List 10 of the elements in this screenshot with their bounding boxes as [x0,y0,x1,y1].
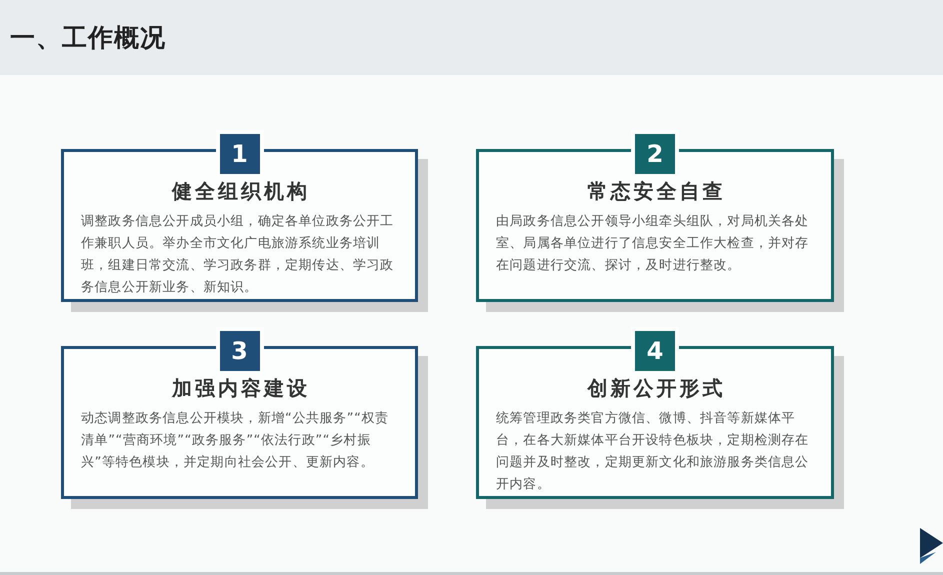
card-text: 动态调整政务信息公开模块，新增“公共服务”“权责清单”“营商环境”“政务服务”“依法行政”“乡村振兴”等特色模块，并定期向社会公开、更新内容。 [81,410,390,472]
card-text: 由局政务信息公开领导小组牵头组队，对局机关各处室、局属各单位进行了信息安全工作大检查，并对存在问题进行交流、探讨，及时进行整改。 [496,213,810,275]
next-slide-icon[interactable] [920,528,943,564]
card-title: 常态安全自查 [588,178,726,205]
slide-title: 一、工作概况 [10,22,166,54]
card-text: 调整政务信息公开成员小组，确定各单位政务公开工作兼职人员。举办全市文化广电旅游系统业务培训班，组建日常交流、学习政务群，定期传达、学习政务信息公开新业务、新知识。 [81,213,395,297]
card-title: 加强内容建设 [172,375,310,402]
card-title: 健全组织机构 [172,178,310,205]
card-text: 统筹管理政务类官方微信、微博、抖音等新媒体平台，在各大新媒体平台开设特色板块，定期检测存在问题并及时整改，定期更新文化和旅游服务类信息公开内容。 [496,410,810,494]
card-title: 创新公开形式 [588,375,726,402]
